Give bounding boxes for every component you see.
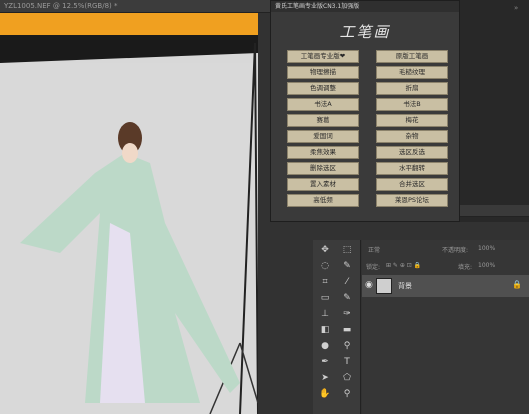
- shape-icon[interactable]: ⬠: [337, 371, 357, 385]
- plugin-button[interactable]: 物理擦描: [287, 66, 359, 79]
- document-tab[interactable]: YZL1005.NEF @ 12.5%(RGB/8) *: [0, 0, 270, 13]
- eraser-icon[interactable]: ◧: [315, 323, 335, 337]
- plugin-button[interactable]: 莱恩PS论坛: [376, 194, 448, 207]
- dodge-icon[interactable]: ⚲: [337, 339, 357, 353]
- orange-backdrop: [0, 13, 258, 35]
- blend-mode-select[interactable]: 正常: [368, 245, 380, 254]
- layer-row-background[interactable]: ◉ 背景 🔒: [362, 275, 529, 297]
- path-select-icon[interactable]: ➤: [315, 371, 335, 385]
- plugin-button[interactable]: 色调调整: [287, 82, 359, 95]
- fill-label: 填充:: [458, 264, 473, 271]
- layer-thumbnail: [376, 278, 392, 294]
- plugin-button[interactable]: 毛糙纹理: [376, 66, 448, 79]
- plugin-button[interactable]: 柔焦效果: [287, 146, 359, 159]
- plugin-button[interactable]: 置入素材: [287, 178, 359, 191]
- photo-canvas[interactable]: [0, 13, 258, 414]
- plugin-button[interactable]: 杂物: [376, 130, 448, 143]
- plugin-button[interactable]: 选区反选: [376, 146, 448, 159]
- plugin-button[interactable]: 书法A: [287, 98, 359, 111]
- collapse-arrow-icon[interactable]: »: [514, 4, 518, 12]
- plugin-button[interactable]: 工笔画专业版❤: [287, 50, 359, 63]
- plugin-button[interactable]: 水平翻转: [376, 162, 448, 175]
- history-brush-icon[interactable]: ✑: [337, 307, 357, 321]
- hand-icon[interactable]: ✋: [315, 387, 335, 401]
- quick-select-icon[interactable]: ✎: [337, 259, 357, 273]
- plugin-button[interactable]: 删除选区: [287, 162, 359, 175]
- blur-icon[interactable]: ●: [315, 339, 335, 353]
- photoshop-window: YZL1005.NEF @ 12.5%(RGB/8) * » 黄氏工笔画专业版C…: [0, 0, 529, 414]
- photo-image: [0, 13, 258, 414]
- plugin-button[interactable]: 合并选区: [376, 178, 448, 191]
- lock-icons[interactable]: ⊞ ✎ ⊕ ⊡ 🔒: [386, 262, 421, 269]
- plugin-button[interactable]: 折扇: [376, 82, 448, 95]
- marquee-icon[interactable]: ⬚: [337, 243, 357, 257]
- visibility-eye-icon[interactable]: ◉: [365, 280, 373, 290]
- plugin-logo: 工笔画: [339, 23, 391, 41]
- plugin-button[interactable]: 原版工笔画: [376, 50, 448, 63]
- plugin-panel: 黄氏工笔画专业版CN3.1加强版 工笔画 工笔画专业版❤ 原版工笔画物理擦描 毛糙纹…: [270, 0, 460, 222]
- layer-name: 背景: [398, 282, 412, 290]
- lock-row: 锁定: ⊞ ✎ ⊕ ⊡ 🔒 填充: 100%: [362, 259, 529, 273]
- layer-options-row: 正常 不透明度: 100%: [362, 243, 529, 257]
- zoom-icon[interactable]: ⚲: [337, 387, 357, 401]
- lock-label: 锁定:: [366, 264, 381, 271]
- opacity-label: 不透明度:: [442, 247, 469, 254]
- move-icon[interactable]: ✥: [315, 243, 335, 257]
- crop-icon[interactable]: ⌗: [315, 275, 335, 289]
- plugin-button[interactable]: 书法B: [376, 98, 448, 111]
- gradient-icon[interactable]: ▬: [337, 323, 357, 337]
- plugin-button[interactable]: 赛葛: [287, 114, 359, 127]
- layers-panel-header: [460, 205, 529, 217]
- brush-icon[interactable]: ✎: [337, 291, 357, 305]
- plugin-button[interactable]: 爱国词: [287, 130, 359, 143]
- layer-lock-icon: 🔒: [512, 280, 522, 289]
- plugin-button[interactable]: 梅花: [376, 114, 448, 127]
- eyedropper-icon[interactable]: ⁄: [337, 275, 357, 289]
- opacity-value[interactable]: 100%: [478, 245, 495, 252]
- pen-icon[interactable]: ✒: [315, 355, 335, 369]
- stamp-icon[interactable]: ⊥: [315, 307, 335, 321]
- plugin-button[interactable]: 高低频: [287, 194, 359, 207]
- plugin-button-grid: 工笔画专业版❤ 原版工笔画物理擦描 毛糙纹理色调调整 折扇书法A 书法B 赛葛 梅花爱国词 杂…: [271, 50, 459, 207]
- type-icon[interactable]: T: [337, 355, 357, 369]
- lasso-icon[interactable]: ◌: [315, 259, 335, 273]
- fill-value[interactable]: 100%: [478, 262, 495, 269]
- workspace-dark-area: [460, 0, 529, 222]
- frame-icon[interactable]: ▭: [315, 291, 335, 305]
- plugin-title: 黄氏工笔画专业版CN3.1加强版: [271, 1, 459, 12]
- tools-panel: ✥ ⬚ ◌ ✎ ⌗ ⁄ ▭ ✎ ⊥ ✑ ◧ ▬ ● ⚲ ✒ T ➤ ⬠ ✋ ⚲: [313, 240, 361, 414]
